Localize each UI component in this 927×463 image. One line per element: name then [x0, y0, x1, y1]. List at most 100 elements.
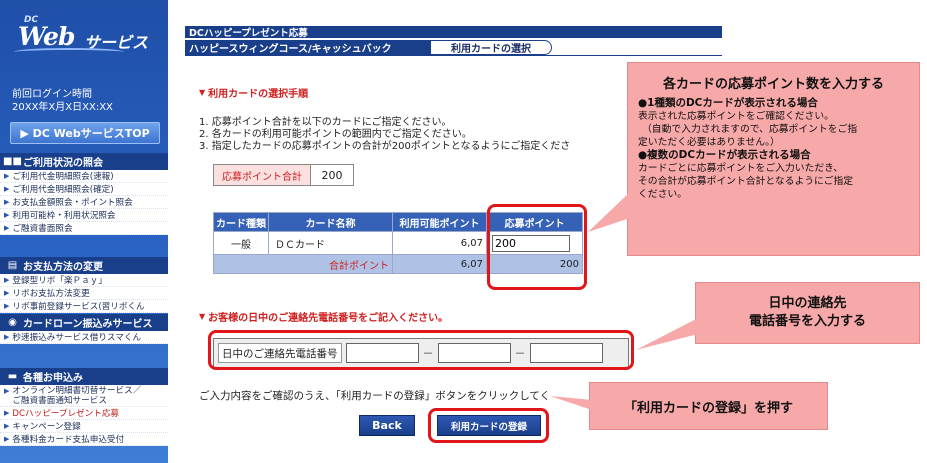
menu-item-payment-point[interactable]: ▶ お支払金額照会・ポイント照会 [0, 196, 168, 209]
tab-happy-swing-course[interactable]: ハッピースウィングコース/キャッシュバック [185, 40, 430, 55]
section-title: お支払方法の変更 [23, 262, 103, 273]
highlight-register-button [428, 408, 549, 443]
menu-item-label: 各種料金カード支払申込受付 [12, 435, 125, 445]
menu-item-label: 秒速振込みサービス借りスマくん [12, 333, 142, 343]
menu-applications: ▶ オンライン明細書切替サービス／ ご融資書面通知サービス ▶ DCハッピープレゼント… [0, 385, 168, 446]
last-login-time: 20XX年X月X日XX:XX [12, 102, 113, 113]
dc-web-service-logo[interactable]: DC Web サービス [14, 14, 160, 58]
book-icon: ■■ [3, 156, 22, 167]
highlight-apply-points [487, 204, 587, 290]
callout-heading-multiple: ●複数のDCカードが表示される場合 [638, 149, 811, 161]
sidebar: DC Web サービス 前回ログイン時間 20XX年X月X日XX:XX ▶ DC… [0, 0, 168, 463]
triangle-right-icon: ▶ [4, 211, 10, 219]
triangle-right-icon: ▶ [4, 435, 10, 443]
callout-heading-single: ●1種類のDCカードが表示される場合 [638, 97, 818, 109]
coin-icon: ◉ [8, 317, 17, 328]
callout-title: 各カードの応募ポイント数を入力する [662, 77, 884, 92]
page-title-bar: DCハッピープレゼント応募 [185, 26, 722, 39]
section-payment-change: ▤ お支払方法の変更 [0, 257, 168, 274]
menu-item-label: キャンペーン登録 [12, 422, 81, 432]
col-card-type: カード種類 [213, 212, 269, 232]
triangle-right-icon: ▶ [4, 185, 10, 193]
section-title-text: 利用カードの選択手順 [208, 89, 309, 100]
menu-item-loan-document[interactable]: ▶ ご融資書面照会 [0, 222, 168, 235]
tab-card-selection[interactable]: 利用カードの選択 [430, 40, 552, 55]
callout-text: 電話番号を入力する [748, 314, 866, 329]
section-applications: ▬ 各種お申込み [0, 368, 168, 385]
callout-pointer-register [550, 396, 592, 410]
triangle-down-icon: ▼ [199, 88, 206, 97]
menu-item-credit-limit[interactable]: ▶ 利用可能枠・利用状況照会 [0, 209, 168, 222]
menu-item-raku-pay[interactable]: ▶ 登録型リボ「楽Ｐａｙ」 [0, 274, 168, 287]
callout-text: 日中の連絡先 [768, 296, 847, 311]
section-usage-inquiry: ■■ ご利用状況の照会 [0, 153, 168, 170]
section-title: ご利用状況の照会 [23, 158, 103, 169]
logo-web-text: Web [18, 22, 75, 51]
triangle-right-icon: ▶ [4, 422, 10, 430]
menu-item-instant-transfer[interactable]: ▶ 秒速振込みサービス借りスマくん [0, 331, 168, 344]
menu-item-utility-payment[interactable]: ▶ 各種料金カード支払申込受付 [0, 433, 168, 446]
callout-apply-points: 各カードの応募ポイント数を入力する ●1種類のDCカードが表示される場合 表示さ… [627, 62, 920, 256]
triangle-right-icon: ▶ [4, 333, 10, 341]
col-available-points: 利用可能ポイント [392, 212, 487, 232]
menu-item-statement-confirmed[interactable]: ▶ ご利用代金明細照会(確定) [0, 183, 168, 196]
available-points-cell: 6,07 [392, 231, 487, 255]
menu-item-label-line2: ご融資書面通知サービス [12, 396, 107, 406]
sum-available-cell: 6,07 [392, 254, 487, 274]
menu-item-label: DCハッピープレゼント応募 [12, 409, 120, 419]
menu-usage-inquiry: ▶ ご利用代金明細照会(速報) ▶ ご利用代金明細照会(確定) ▶ お支払金額照会・ポ… [0, 170, 168, 235]
menu-item-label-line1: オンライン明細書切替サービス／ [12, 386, 142, 396]
tab-divider [185, 55, 722, 56]
tab-bar: ハッピースウィングコース/キャッシュバック 利用カードの選択 [185, 40, 552, 55]
total-points-label: 応募ポイント合計 [214, 165, 311, 185]
menu-item-campaign[interactable]: ▶ キャンペーン登録 [0, 420, 168, 433]
triangle-right-icon: ▶ [4, 302, 10, 310]
total-points-value: 200 [321, 168, 343, 182]
confirm-instruction: ご入力内容をご確認のうえ、「利用カードの登録」ボタンをクリックしてく [199, 390, 551, 402]
menu-item-happy-present[interactable]: ▶ DCハッピープレゼント応募 [0, 407, 168, 420]
callout-register: 「利用カードの登録」を押す [589, 382, 828, 430]
triangle-right-icon: ▶ [4, 289, 10, 297]
total-points-box: 応募ポイント合計 200 [213, 164, 354, 186]
card-name-cell: ＤＣカード [268, 231, 393, 255]
menu-item-label: お支払金額照会・ポイント照会 [12, 198, 133, 208]
menu-item-label: ご利用代金明細照会(速報) [12, 172, 114, 182]
triangle-right-icon: ▶ [4, 172, 10, 180]
section-title: カードローン振込みサービス [23, 319, 153, 330]
back-button[interactable]: Back [359, 415, 415, 436]
menu-payment-change: ▶ 登録型リボ「楽Ｐａｙ」 ▶ リボお支払方法変更 ▶ リボ事前登録サービス(習リボく… [0, 274, 168, 313]
menu-item-statement-preliminary[interactable]: ▶ ご利用代金明細照会(速報) [0, 170, 168, 183]
callout-text: 表示された応募ポイントをご確認ください。 [638, 111, 834, 122]
section-phone-title: ▼ お客様の日中のご連絡先電話番号をご記入ください。 [199, 309, 448, 324]
triangle-right-icon: ▶ [4, 387, 10, 395]
triangle-right-icon: ▶ [4, 198, 10, 206]
menu-item-label: オンライン明細書切替サービス／ ご融資書面通知サービス [12, 386, 141, 406]
card-type-cell: 一般 [213, 231, 269, 255]
menu-card-loan: ▶ 秒速振込みサービス借りスマくん [0, 331, 168, 344]
callout-text: ください。 [638, 189, 687, 200]
menu-item-label: リボお支払方法変更 [12, 289, 90, 299]
form-icon: ▬ [7, 371, 18, 382]
section-card-loan: ◉ カードローン振込みサービス [0, 314, 168, 331]
callout-text: その合計が応募ポイント合計となるようにご指定 [638, 176, 854, 187]
callout-phone: 日中の連絡先 電話番号を入力する [695, 282, 920, 344]
dc-web-top-button[interactable]: ▶ DC WebサービスTOP [10, 122, 160, 144]
callout-pointer-apply [588, 192, 630, 232]
callout-text: （自動で入力されますので、応募ポイントをご指 [642, 124, 858, 135]
triangle-right-icon: ▶ [4, 224, 10, 232]
page-title: DCハッピープレゼント応募 [189, 28, 308, 39]
col-card-name: カード名称 [268, 212, 393, 232]
menu-item-label: リボ事前登録サービス(習リボくん [12, 302, 145, 312]
menu-item-label: ご利用代金明細照会(確定) [12, 185, 114, 195]
menu-item-online-statement[interactable]: ▶ オンライン明細書切替サービス／ ご融資書面通知サービス [0, 385, 168, 407]
menu-item-label: 登録型リボ「楽Ｐａｙ」 [12, 276, 107, 286]
menu-item-revolving-change[interactable]: ▶ リボお支払方法変更 [0, 287, 168, 300]
document-icon: ▤ [7, 260, 18, 271]
section-title-text: お客様の日中のご連絡先電話番号をご記入ください。 [208, 313, 449, 324]
callout-text: カードごとに応募ポイントをご入力いただき、 [638, 163, 844, 174]
instruction-3: 3. 指定したカードの応募ポイントの合計が200ポイントとなるようにご指定くださ [199, 141, 571, 152]
callout-text: 「利用カードの登録」を押す [623, 400, 793, 416]
menu-item-revolving-preregister[interactable]: ▶ リボ事前登録サービス(習リボくん [0, 300, 168, 313]
menu-item-label: ご融資書面照会 [12, 224, 73, 234]
triangle-right-icon: ▶ [4, 409, 10, 417]
